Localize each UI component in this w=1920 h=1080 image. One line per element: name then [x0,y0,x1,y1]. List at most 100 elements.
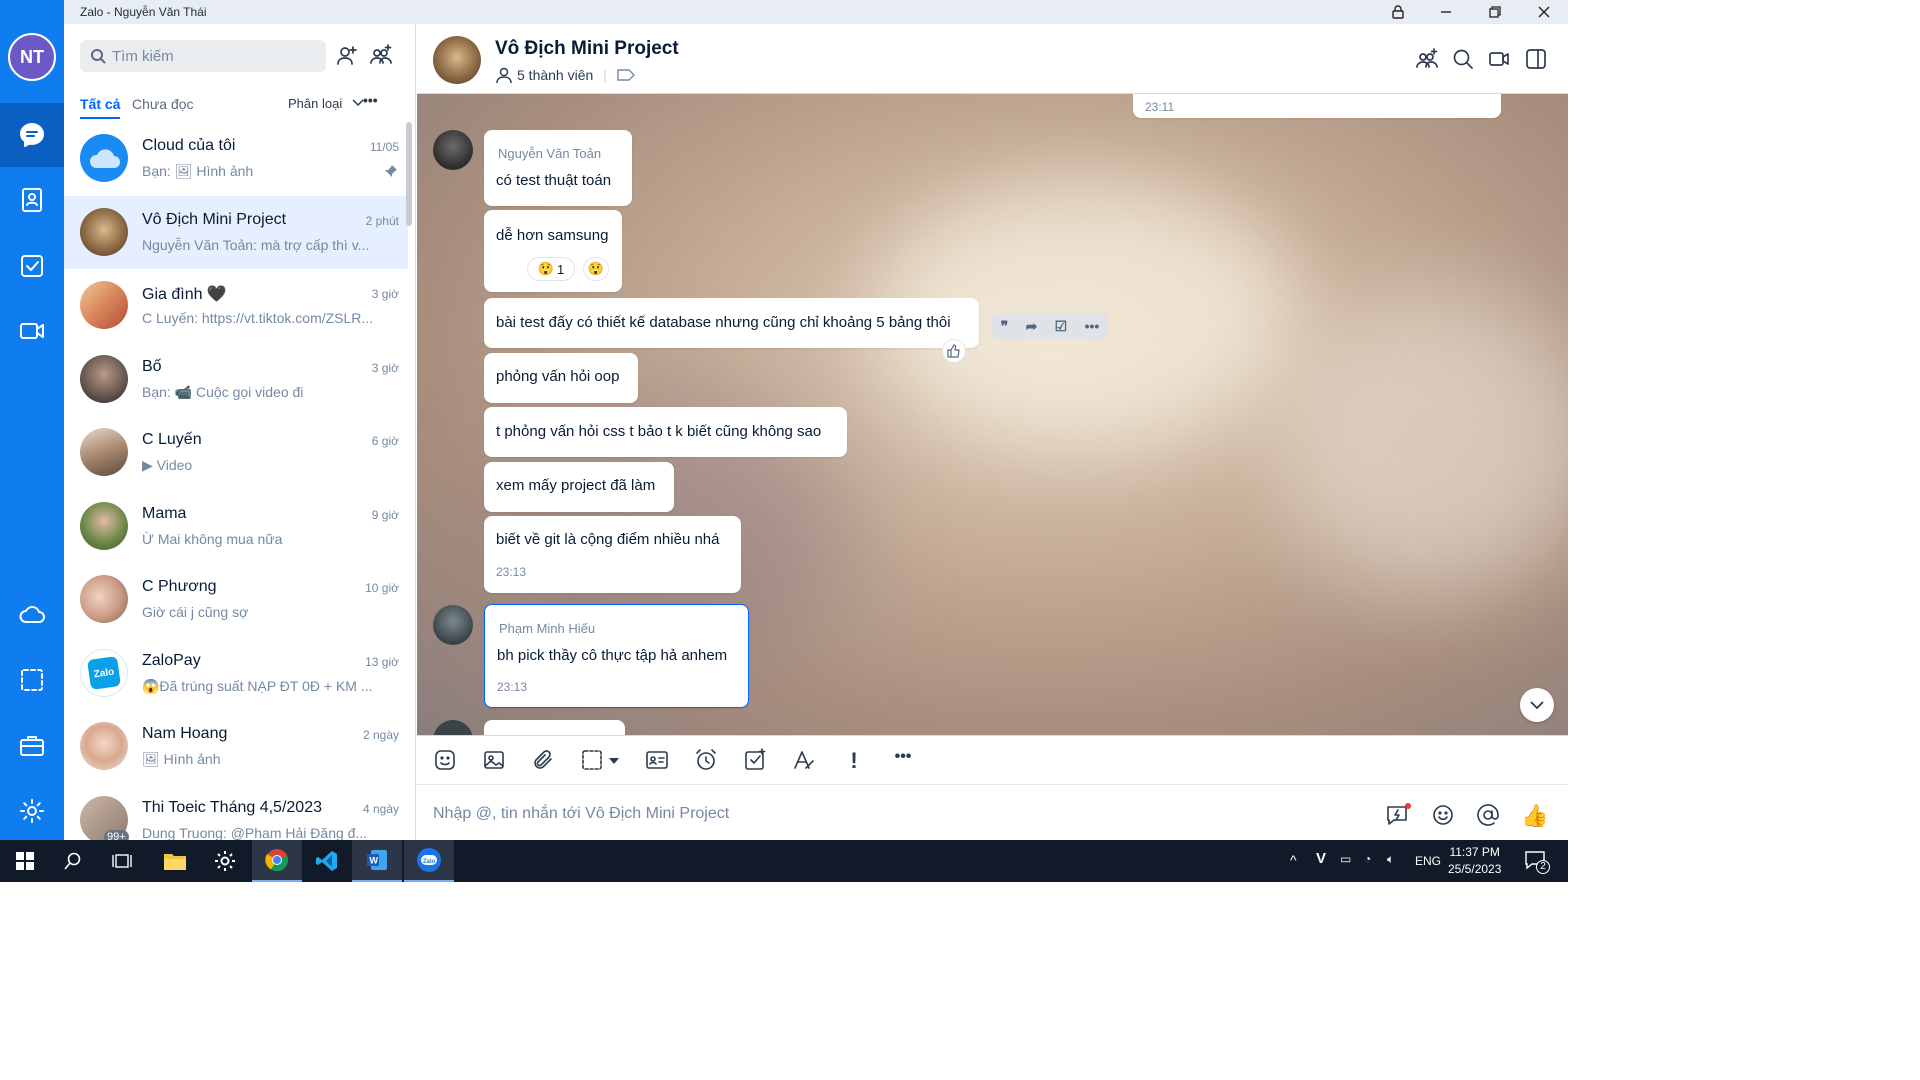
avatar[interactable] [433,720,473,735]
contacts-icon [22,188,42,212]
group-avatar[interactable] [433,36,481,84]
messages-nav[interactable] [0,103,64,167]
os-taskbar: W Zalo ^ V ▭ ◔ 🔈︎ ENG 11:37 PM 25/5/2023… [0,840,1568,882]
tray-overflow-icon[interactable]: ^ [1290,852,1297,868]
search-chat-button[interactable] [1452,48,1476,72]
add-reaction-button[interactable]: 😲 [583,257,609,281]
format-text-button[interactable] [792,748,818,774]
message-bubble[interactable]: biết về git là cộng điểm nhiều nhá 23:13 [484,516,741,593]
notification-center-button[interactable]: 2 [1524,850,1550,874]
screenshot-button[interactable] [580,748,620,774]
send-like-button[interactable]: 👍 [1521,803,1548,829]
like-reaction-button[interactable] [942,339,966,363]
more-icon[interactable]: ••• [1085,318,1100,334]
quote-icon[interactable]: ❞ [1001,318,1009,335]
list-item[interactable]: Cloud của tôi 11/05 Bạn: 🖼 Hình ảnh [64,122,408,196]
add-friend-button[interactable] [336,44,360,68]
filter-dropdown[interactable]: Phân loại [288,96,364,111]
task-button[interactable] [743,748,769,774]
title-bar: Zalo - Nguyễn Văn Thái [0,0,1568,24]
lock-icon[interactable] [1374,0,1422,24]
language-indicator[interactable]: ENG [1415,854,1441,868]
screenshot-nav[interactable] [0,648,64,712]
list-item[interactable]: Nam Hoang 2 ngày 🖼 Hình ảnh [64,710,408,784]
chrome-button[interactable] [252,840,302,882]
more-icon[interactable]: ••• [363,92,378,108]
urgent-button[interactable]: ! [841,748,867,774]
toggle-info-panel-button[interactable] [1525,48,1549,72]
message-bubble[interactable]: bài test đấy có thiết kế database nhưng … [484,298,979,348]
cloud-nav[interactable] [0,583,64,647]
message-bubble[interactable]: phỏng vấn hỏi oop [484,353,638,403]
restore-button[interactable] [1471,0,1519,24]
zalo-button[interactable]: Zalo [404,840,454,882]
list-item[interactable]: Zalo ZaloPay 13 giờ 😱Đã trúng suất NẠP Đ… [64,637,408,711]
list-item[interactable]: Mama 9 giờ Ừ Mai không mua nữa [64,490,408,564]
vscode-button[interactable] [302,840,352,882]
tab-unread[interactable]: Chưa đọc [132,96,194,112]
video-call-button[interactable] [1488,48,1512,72]
avatar[interactable] [433,130,473,170]
battery-icon[interactable]: ▭ [1340,852,1351,866]
volume-icon[interactable]: 🔈︎ [1387,852,1394,867]
message-bubble[interactable]: xem mấy project đã làm [484,462,674,512]
list-item[interactable]: Bố 3 giờ Bạn: 📹 Cuộc gọi video đi [64,343,408,417]
message-bubble[interactable]: Nguyễn Văn Toản có test thuật toán [484,130,632,206]
contact-card-button[interactable] [645,748,671,774]
file-explorer-button[interactable] [150,840,200,882]
tag-icon[interactable] [617,68,635,82]
taskbar-search-button[interactable] [48,840,98,882]
emoji-button[interactable] [1431,803,1457,829]
add-group-icon [1416,48,1438,68]
sticker-button[interactable] [433,748,459,774]
settings-nav[interactable] [0,779,64,843]
message-input[interactable]: Nhập @, tin nhắn tới Vô Địch Mini Projec… [433,805,729,823]
message-bubble[interactable]: t phỏng vấn hỏi css t bảo t k biết cũng … [484,407,847,457]
member-count[interactable]: 5 thành viên | [495,66,635,84]
scroll-to-bottom-button[interactable] [1520,688,1554,722]
close-button[interactable] [1520,0,1568,24]
quick-message-button[interactable] [1385,803,1411,829]
message-text: xem mấy project đã làm [496,477,656,494]
video-icon [20,323,44,339]
message-area[interactable]: 23:11 Nguyễn Văn Toản có test thuật toán… [417,94,1568,735]
clock[interactable]: 11:37 PM 25/5/2023 [1448,844,1501,878]
task-icon[interactable]: ☑ [1055,318,1068,335]
message-bubble[interactable]: Phạm Minh Hiếu bh pick thầy cô thực tập … [484,604,749,708]
list-item[interactable]: C Luyến 6 giờ ▶ Video [64,416,408,490]
forward-icon[interactable]: ➦ [1026,318,1038,335]
tab-all[interactable]: Tất cả [80,96,121,119]
minimize-button[interactable] [1422,0,1470,24]
reminder-button[interactable] [694,748,720,774]
message-bubble[interactable] [484,720,625,735]
add-member-button[interactable] [1416,48,1440,72]
create-group-button[interactable] [370,44,394,68]
reaction-badge[interactable]: 😲 1 [527,257,575,281]
more-icon[interactable]: ••• [890,748,916,774]
emoji-icon [1433,805,1453,825]
avatar[interactable] [433,605,473,645]
list-item[interactable]: 99+ Thi Toeic Tháng 4,5/2023 4 ngày Dung… [64,784,408,840]
message-bubble-self[interactable]: 23:11 [1133,94,1501,118]
list-item[interactable]: Gia đình 🖤 3 giờ C Luyến: https://vt.tik… [64,269,408,343]
settings-app-button[interactable] [200,840,250,882]
list-item[interactable]: C Phương 10 giờ Giờ cái j cũng sợ [64,563,408,637]
wifi-icon[interactable]: ◔ [1364,852,1371,866]
word-button[interactable]: W [352,840,402,882]
sidebar-scrollbar[interactable] [406,122,412,226]
image-button[interactable] [482,748,508,774]
conversation-time: 11/05 [369,140,399,154]
unikey-icon[interactable]: V [1316,850,1326,867]
toolbox-nav[interactable] [0,714,64,778]
contacts-nav[interactable] [0,168,64,232]
mention-button[interactable] [1476,803,1502,829]
windows-start-button[interactable] [0,840,50,882]
video-call-nav[interactable] [0,299,64,363]
list-item[interactable]: Vô Địch Mini Project 2 phút Nguyễn Văn T… [64,195,408,269]
task-view-button[interactable] [97,840,147,882]
user-avatar[interactable]: NT [8,33,56,81]
search-input[interactable]: Tìm kiếm [80,40,326,72]
attach-file-button[interactable] [531,748,557,774]
todo-nav[interactable] [0,234,64,298]
group-name[interactable]: Vô Địch Mini Project [495,38,679,60]
